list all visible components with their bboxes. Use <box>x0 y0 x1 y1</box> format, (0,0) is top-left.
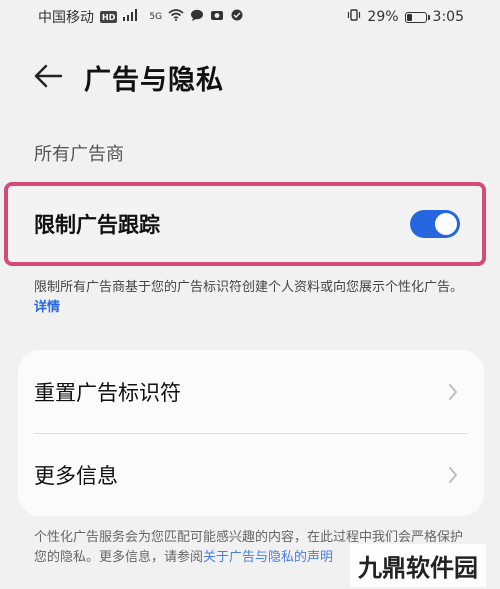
chevron-right-icon <box>444 466 462 484</box>
status-time: 3:05 <box>432 9 464 25</box>
description-text: 限制所有广告商基于您的广告标识符创建个人资料或向您展示个性化广告。 <box>34 280 464 295</box>
hd-badge: HD <box>100 11 118 23</box>
back-button[interactable] <box>30 58 66 94</box>
watermark: 九鼎软件园 <box>350 544 486 587</box>
more-info-row[interactable]: 更多信息 <box>18 433 484 516</box>
signal-icon <box>123 9 143 25</box>
battery-percent: 29% <box>367 9 399 25</box>
wifi-icon <box>168 9 184 25</box>
battery-fill <box>406 13 412 21</box>
ad-tracking-description: 限制所有广告商基于您的广告标识符创建个人资料或向您展示个性化广告。详情 <box>34 278 474 318</box>
app-icon <box>230 9 244 25</box>
more-info-label: 更多信息 <box>34 463 118 488</box>
settings-card: 重置广告标识符 更多信息 <box>18 350 484 516</box>
message-icon <box>190 9 204 25</box>
status-right: 29% 3:05 <box>347 9 464 25</box>
chevron-right-icon <box>444 383 462 401</box>
limit-ad-tracking-row[interactable]: 限制广告跟踪 <box>4 182 486 266</box>
camera-icon <box>210 9 224 25</box>
header: 广告与隐私 <box>0 50 500 100</box>
section-label: 所有广告商 <box>34 144 124 165</box>
status-left: 中国移动 HD 5G <box>38 7 244 27</box>
arrow-left-icon <box>34 64 63 88</box>
details-link[interactable]: 详情 <box>34 300 60 315</box>
reset-ad-id-row[interactable]: 重置广告标识符 <box>18 350 484 433</box>
limit-ad-tracking-label: 限制广告跟踪 <box>34 213 160 237</box>
ad-privacy-statement-link[interactable]: 关于广告与隐私的声明 <box>203 550 333 565</box>
reset-ad-id-label: 重置广告标识符 <box>34 380 181 405</box>
vibrate-icon <box>347 9 361 25</box>
limit-ad-tracking-switch[interactable] <box>410 210 460 238</box>
switch-knob <box>435 213 457 235</box>
carrier-name: 中国移动 <box>38 10 94 26</box>
status-bar: 中国移动 HD 5G 29% 3:05 <box>0 0 500 34</box>
signal-type-label: 5G <box>149 12 163 22</box>
page-title: 广告与隐私 <box>84 65 224 96</box>
battery-icon <box>404 11 430 23</box>
